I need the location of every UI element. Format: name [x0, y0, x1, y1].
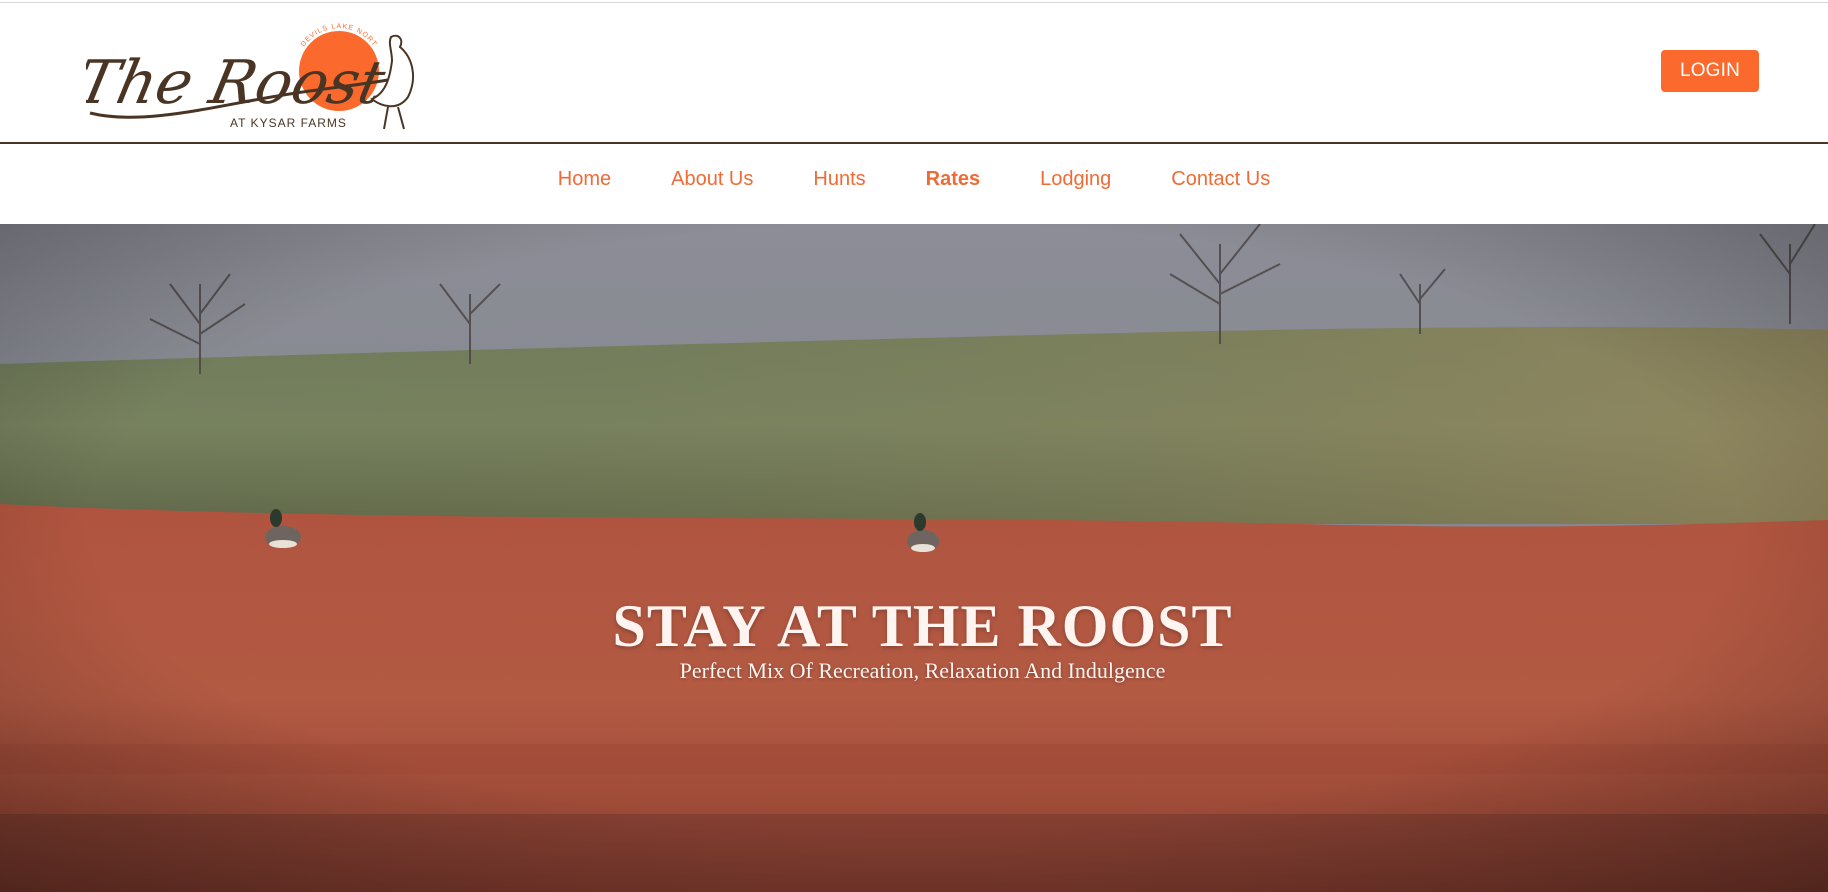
nav-item-about-us[interactable]: About Us	[671, 168, 753, 191]
hero-background-image	[0, 224, 1828, 892]
logo-tagline: AT KYSAR FARMS	[230, 116, 347, 130]
main-nav: Home About Us Hunts Rates Lodging Contact Us	[0, 144, 1828, 224]
hero-title: STAY AT THE ROOST	[612, 593, 1233, 659]
nav-item-lodging[interactable]: Lodging	[1040, 168, 1111, 191]
nav-item-hunts[interactable]: Hunts	[813, 168, 865, 191]
nav-item-home[interactable]: Home	[558, 168, 611, 191]
nav-item-contact-us[interactable]: Contact Us	[1171, 168, 1270, 191]
site-logo[interactable]: DEVILS LAKE NORTH DAKOTA The Roost AT KY…	[86, 17, 432, 135]
hero-subtitle: Perfect Mix Of Recreation, Relaxation An…	[679, 658, 1166, 683]
hero-banner: STAY AT THE ROOST Perfect Mix Of Recreat…	[0, 224, 1828, 892]
nav-list: Home About Us Hunts Rates Lodging Contact Us	[0, 144, 1828, 214]
nav-item-rates[interactable]: Rates	[926, 168, 980, 191]
logo-script-text: The Roost	[86, 49, 391, 118]
site-header: DEVILS LAKE NORTH DAKOTA The Roost AT KY…	[0, 3, 1828, 142]
login-button[interactable]: LOGIN	[1661, 50, 1759, 92]
